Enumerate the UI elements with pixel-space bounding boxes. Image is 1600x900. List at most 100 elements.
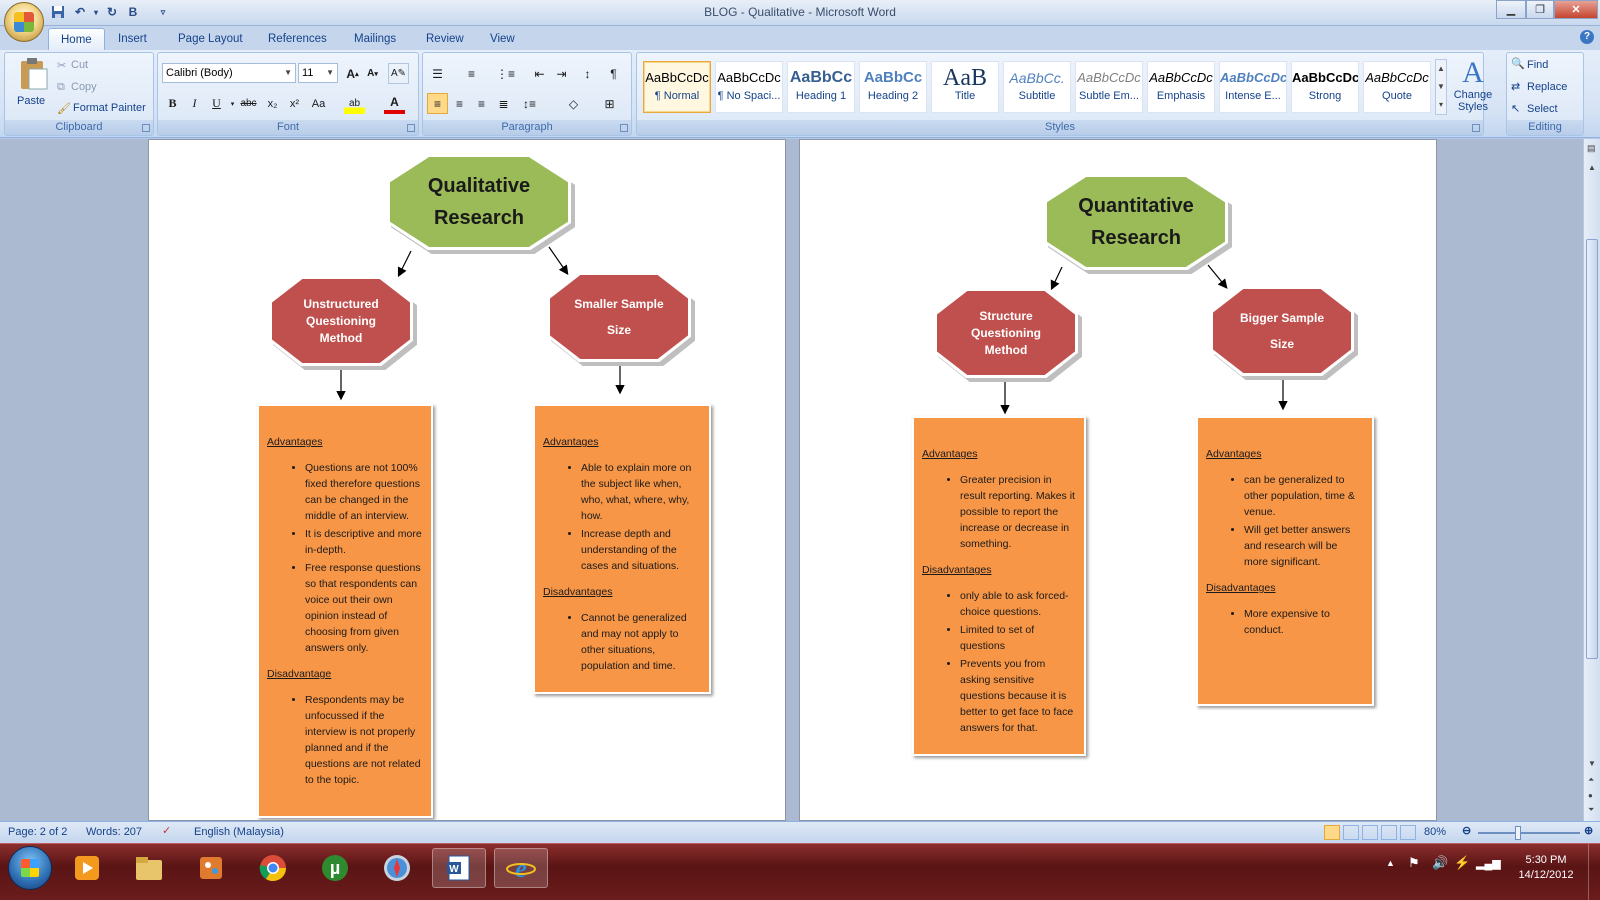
word-taskbar-icon[interactable]: W xyxy=(432,848,486,888)
find-button[interactable]: Find xyxy=(1527,59,1548,71)
chrome-taskbar-icon[interactable] xyxy=(246,848,300,888)
web-layout-icon[interactable] xyxy=(1362,825,1378,840)
show-desktop-button[interactable] xyxy=(1588,844,1600,900)
show-formatting-icon[interactable]: ¶ xyxy=(603,63,624,84)
paste-button[interactable]: Paste xyxy=(13,57,53,113)
zoom-slider-thumb[interactable] xyxy=(1514,826,1521,840)
tab-mailings[interactable]: Mailings xyxy=(342,28,408,50)
align-left-icon[interactable]: ≡ xyxy=(427,93,448,114)
previous-page-icon[interactable]: ⏶ xyxy=(1588,775,1594,785)
scrollbar-thumb[interactable] xyxy=(1586,239,1598,659)
document-page-left[interactable]: Qualitative Research Unstructured Questi… xyxy=(148,139,786,821)
clear-formatting-icon[interactable]: A✎ xyxy=(388,63,409,84)
select-button[interactable]: Select xyxy=(1527,103,1558,115)
zoom-out-icon[interactable]: ⊖ xyxy=(1462,824,1471,837)
outline-view-icon[interactable] xyxy=(1381,825,1397,840)
start-button[interactable] xyxy=(8,846,52,890)
help-icon[interactable]: ? xyxy=(1580,30,1594,44)
tab-references[interactable]: References xyxy=(256,28,339,50)
file-explorer-taskbar-icon[interactable] xyxy=(122,848,176,888)
borders-icon[interactable]: ⊞ xyxy=(599,93,620,114)
tab-page-layout[interactable]: Page Layout xyxy=(166,28,255,50)
justify-icon[interactable]: ≣ xyxy=(493,93,514,114)
network-signal-icon[interactable]: ▂▄▆ xyxy=(1476,857,1501,870)
strikethrough-icon[interactable]: abc xyxy=(238,93,259,114)
font-launcher[interactable] xyxy=(407,124,415,132)
font-size-combo[interactable]: 11 ▼ xyxy=(298,63,338,83)
style-quote[interactable]: AaBbCcDc Quote xyxy=(1363,61,1431,113)
paragraph-launcher[interactable] xyxy=(620,124,628,132)
style-heading-1[interactable]: AaBbCc Heading 1 xyxy=(787,61,855,113)
close-button[interactable]: ✕ xyxy=(1554,0,1598,19)
numbering-icon[interactable]: ≡ xyxy=(461,63,482,84)
scroll-down-icon[interactable]: ▼ xyxy=(1588,759,1596,768)
style-intense-emphasis[interactable]: AaBbCcDc Intense E... xyxy=(1219,61,1287,113)
font-name-combo[interactable]: Calibri (Body) ▼ xyxy=(162,63,296,83)
format-painter-icon[interactable]: 🖌 xyxy=(57,102,71,115)
decrease-indent-icon[interactable]: ⇤ xyxy=(529,63,550,84)
grow-font-icon[interactable]: A ▴ xyxy=(342,63,363,84)
shrink-font-icon[interactable]: A ▾ xyxy=(362,63,383,84)
zoom-level[interactable]: 80% xyxy=(1424,826,1446,838)
safari-taskbar-icon[interactable] xyxy=(370,848,424,888)
line-spacing-icon[interactable]: ↕≡ xyxy=(519,93,540,114)
next-page-icon[interactable]: ⏷ xyxy=(1588,805,1594,815)
draft-view-icon[interactable] xyxy=(1400,825,1416,840)
copy-icon[interactable]: ⧉ xyxy=(57,81,65,94)
internet-explorer-taskbar-icon[interactable]: e xyxy=(494,848,548,888)
copy-button[interactable]: Copy xyxy=(71,81,97,93)
scroll-up-icon[interactable]: ▲ xyxy=(1588,163,1596,172)
format-painter-button[interactable]: Format Painter xyxy=(73,102,146,114)
font-color-icon[interactable]: A xyxy=(384,93,405,114)
document-page-right[interactable]: Quantitative Research Structure Question… xyxy=(799,139,1437,821)
shading-icon[interactable]: ◇ xyxy=(563,93,584,114)
ruler-toggle-icon[interactable]: ▤ xyxy=(1587,143,1596,154)
action-center-flag-icon[interactable]: ⚑ xyxy=(1408,855,1420,871)
select-icon[interactable]: ↖ xyxy=(1511,102,1520,115)
align-center-icon[interactable]: ≡ xyxy=(449,93,470,114)
cut-button[interactable]: Cut xyxy=(71,59,88,71)
style-heading-2[interactable]: AaBbCc Heading 2 xyxy=(859,61,927,113)
tab-review[interactable]: Review xyxy=(414,28,476,50)
proofing-icon[interactable]: ✓ xyxy=(162,824,171,837)
office-button[interactable] xyxy=(4,2,44,42)
bold-icon[interactable]: B xyxy=(162,93,183,114)
change-styles-button[interactable]: A Change Styles xyxy=(1451,57,1495,117)
style-no-spacing[interactable]: AaBbCcDc ¶ No Spaci... xyxy=(715,61,783,113)
multilevel-list-icon[interactable]: ⋮≡ xyxy=(495,63,516,84)
select-browse-object-icon[interactable]: ● xyxy=(1588,791,1593,800)
volume-icon[interactable]: 🔊 xyxy=(1432,855,1448,871)
cut-icon[interactable]: ✂ xyxy=(57,59,66,72)
style-subtitle[interactable]: AaBbCc. Subtitle xyxy=(1003,61,1071,113)
style-title[interactable]: AaB Title xyxy=(931,61,999,113)
style-subtle-emphasis[interactable]: AaBbCcDc Subtle Em... xyxy=(1075,61,1143,113)
subscript-icon[interactable]: x₂ xyxy=(262,93,283,114)
language-indicator[interactable]: English (Malaysia) xyxy=(194,826,284,838)
vertical-scrollbar[interactable]: ▤ ▲ ▼ ⏶ ● ⏷ xyxy=(1583,139,1600,821)
style-emphasis[interactable]: AaBbCcDc Emphasis xyxy=(1147,61,1215,113)
page-count[interactable]: Page: 2 of 2 xyxy=(8,826,67,838)
show-hidden-icons[interactable]: ▲ xyxy=(1386,858,1395,868)
change-case-icon[interactable]: Aa xyxy=(308,93,329,114)
paint-taskbar-icon[interactable] xyxy=(184,848,238,888)
sort-icon[interactable]: ↕ xyxy=(577,63,598,84)
styles-launcher[interactable] xyxy=(1472,124,1480,132)
word-count[interactable]: Words: 207 xyxy=(86,826,142,838)
align-right-icon[interactable]: ≡ xyxy=(471,93,492,114)
full-screen-reading-icon[interactable] xyxy=(1343,825,1359,840)
restore-button[interactable]: ❐ xyxy=(1526,0,1554,19)
clipboard-launcher[interactable] xyxy=(142,124,150,132)
utorrent-taskbar-icon[interactable]: µ xyxy=(308,848,362,888)
power-icon[interactable]: ⚡ xyxy=(1454,855,1470,871)
media-player-taskbar-icon[interactable] xyxy=(60,848,114,888)
tab-view[interactable]: View xyxy=(478,28,527,50)
replace-button[interactable]: Replace xyxy=(1527,81,1567,93)
system-clock[interactable]: 5:30 PM 14/12/2012 xyxy=(1510,853,1582,883)
print-layout-view-icon[interactable] xyxy=(1324,825,1340,840)
tab-insert[interactable]: Insert xyxy=(106,28,159,50)
zoom-in-icon[interactable]: ⊕ xyxy=(1584,824,1593,837)
style-strong[interactable]: AaBbCcDc Strong xyxy=(1291,61,1359,113)
highlight-icon[interactable]: ab xyxy=(344,93,365,114)
italic-icon[interactable]: I xyxy=(184,93,205,114)
tab-home[interactable]: Home xyxy=(48,28,105,50)
